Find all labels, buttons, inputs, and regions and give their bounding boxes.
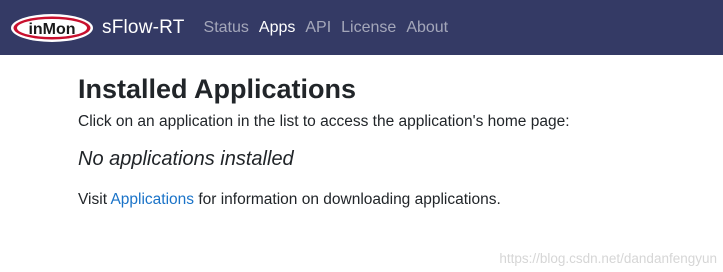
main-content: Installed Applications Click on an appli… xyxy=(78,73,698,209)
page-description: Click on an application in the list to a… xyxy=(78,113,570,131)
empty-state-message: No applications installed xyxy=(78,148,294,171)
nav-item-status[interactable]: Status xyxy=(199,0,254,55)
visit-prefix: Visit xyxy=(78,191,111,209)
page-title: Installed Applications xyxy=(78,74,357,104)
app-name: sFlow-RT xyxy=(102,16,185,38)
top-navbar: inMon sFlow-RT Status Apps API License A… xyxy=(0,0,723,55)
svg-text:inMon: inMon xyxy=(28,21,75,38)
brand[interactable]: inMon sFlow-RT xyxy=(10,13,185,43)
nav-item-api[interactable]: API xyxy=(300,0,336,55)
watermark: https://blog.csdn.net/dandanfengyun xyxy=(499,251,717,266)
nav-item-about[interactable]: About xyxy=(401,0,453,55)
applications-link[interactable]: Applications xyxy=(110,191,194,208)
nav-item-license[interactable]: License xyxy=(336,0,401,55)
inmon-logo: inMon xyxy=(11,13,93,42)
visit-text: Visit Applications for information on do… xyxy=(78,191,698,209)
main-nav: Status Apps API License About xyxy=(199,0,454,55)
visit-suffix: for information on downloading applicati… xyxy=(194,191,501,209)
nav-item-apps[interactable]: Apps xyxy=(254,0,300,55)
